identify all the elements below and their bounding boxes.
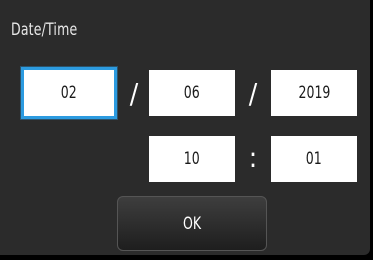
minute-value: 01 <box>306 149 322 169</box>
day-field[interactable]: 06 <box>149 70 235 116</box>
date-time-dialog: Date/Time 02 / 06 / 2019 10 : 01 OK <box>0 0 370 255</box>
date-separator-1: / <box>129 76 139 110</box>
dialog-title: Date/Time <box>11 20 78 40</box>
month-field[interactable]: 02 <box>21 67 117 119</box>
day-value: 06 <box>184 83 200 103</box>
month-value: 02 <box>61 83 77 103</box>
year-value: 2019 <box>298 83 330 103</box>
hour-field[interactable]: 10 <box>149 136 235 182</box>
minute-field[interactable]: 01 <box>271 136 357 182</box>
ok-button[interactable]: OK <box>117 196 267 251</box>
camera-screen: Date/Time 02 / 06 / 2019 10 : 01 OK <box>0 0 373 260</box>
time-separator: : <box>248 140 258 174</box>
hour-value: 10 <box>184 149 200 169</box>
date-separator-2: / <box>248 76 258 110</box>
year-field[interactable]: 2019 <box>271 70 357 116</box>
ok-button-label: OK <box>182 213 202 234</box>
